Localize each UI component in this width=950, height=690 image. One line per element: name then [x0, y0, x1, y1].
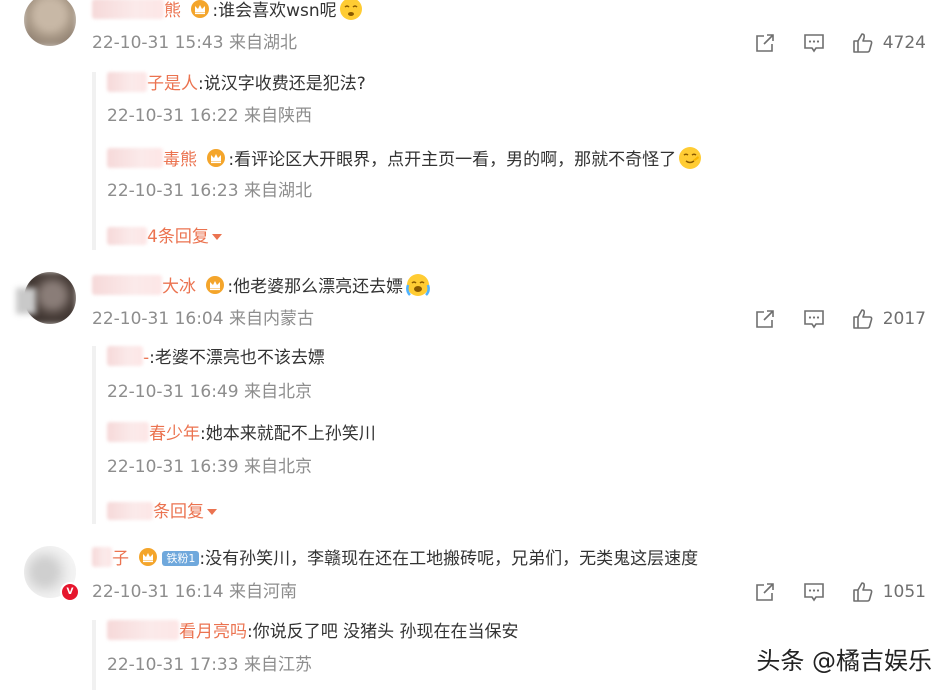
- emoji-icon: [339, 0, 362, 20]
- username-mask[interactable]: [92, 0, 164, 19]
- more-replies-link[interactable]: 4条回复: [107, 222, 222, 247]
- comment-meta: 22-10-31 16:14 来自河南: [92, 582, 297, 602]
- reply-username[interactable]: 看月亮吗: [179, 622, 247, 642]
- username-mask[interactable]: [107, 620, 179, 640]
- reply-thread-line: [92, 346, 96, 524]
- caret-down-icon: [207, 509, 217, 515]
- username-mask[interactable]: [107, 422, 149, 442]
- comment-meta: 22-10-31 16:04 来自内蒙古: [92, 309, 314, 329]
- like-button[interactable]: 1051: [851, 580, 926, 604]
- reply-username[interactable]: 春少年: [149, 424, 200, 444]
- reply: 看月亮吗:你说反了吧 没猪头 孙现在在当保安: [107, 620, 519, 644]
- comment-text: :他老婆那么漂亮还去嫖: [227, 277, 404, 297]
- comment-actions: 4724: [753, 31, 926, 55]
- comment-icon[interactable]: [802, 31, 826, 55]
- reply-username[interactable]: 毒熊: [163, 150, 197, 170]
- like-icon: [852, 33, 873, 53]
- reply: 子是人:说汉字收费还是犯法?: [107, 72, 366, 96]
- more-replies-link[interactable]: 条回复: [107, 497, 217, 522]
- comment-text: :没有孙笑川，李赣现在还在工地搬砖呢，兄弟们，无类鬼这层速度: [199, 549, 699, 569]
- comment-actions: 2017: [753, 307, 926, 331]
- comment-icon[interactable]: [802, 580, 826, 604]
- reply-meta: 22-10-31 16:22 来自陕西: [107, 106, 312, 126]
- username[interactable]: 大冰: [162, 277, 196, 297]
- like-icon: [852, 309, 873, 329]
- username-mask[interactable]: [92, 275, 162, 295]
- reply: -:老婆不漂亮也不该去嫖: [107, 346, 325, 370]
- share-icon[interactable]: [753, 580, 777, 604]
- crown-icon: [139, 548, 158, 566]
- username-mask[interactable]: [107, 346, 143, 366]
- like-icon: [852, 582, 873, 602]
- crown-icon: [206, 276, 225, 294]
- reply-text: :看评论区大开眼界，点开主页一看，男的啊，那就不奇怪了: [228, 150, 677, 170]
- reply-text: :说汉字收费还是犯法?: [198, 74, 366, 94]
- like-button[interactable]: 4724: [851, 31, 926, 55]
- more-replies-label: 条回复: [153, 502, 204, 522]
- comment-icon[interactable]: [802, 307, 826, 331]
- reply-meta: 22-10-31 16:39 来自北京: [107, 457, 312, 477]
- comment-meta: 22-10-31 15:43 来自湖北: [92, 33, 297, 53]
- comment-body: 熊 :谁会喜欢wsn呢: [92, 0, 363, 23]
- avatar[interactable]: [24, 0, 76, 46]
- blur-artifact: [16, 288, 36, 314]
- reply-text: :你说反了吧 没猪头 孙现在在当保安: [247, 622, 519, 642]
- reply-meta: 22-10-31 16:49 来自北京: [107, 382, 312, 402]
- reply-text: :她本来就配不上孙笑川: [200, 424, 376, 444]
- crown-icon: [191, 0, 210, 18]
- comment-body: 大冰 :他老婆那么漂亮还去嫖: [92, 273, 431, 299]
- username[interactable]: 熊: [164, 1, 181, 21]
- count-mask: [107, 502, 153, 520]
- username-mask[interactable]: [107, 148, 163, 168]
- reply: 毒熊 :看评论区大开眼界，点开主页一看，男的啊，那就不奇怪了: [107, 146, 702, 172]
- like-count: 4724: [882, 33, 926, 53]
- verified-icon: V: [60, 582, 80, 602]
- comment-body: 子 铁粉1:没有孙笑川，李赣现在还在工地搬砖呢，兄弟们，无类鬼这层速度: [92, 547, 698, 571]
- reply-thread-line: [92, 620, 96, 690]
- like-count: 2017: [882, 309, 926, 329]
- caret-down-icon: [211, 234, 222, 240]
- reply: 春少年:她本来就配不上孙笑川: [107, 422, 376, 446]
- username-mask[interactable]: [92, 547, 112, 567]
- watermark: 头条 @橘吉娱乐: [756, 647, 932, 675]
- like-button[interactable]: 2017: [851, 307, 926, 331]
- username[interactable]: 子: [112, 549, 129, 569]
- reply-thread-line: [92, 72, 96, 250]
- reply-text: :老婆不漂亮也不该去嫖: [149, 348, 325, 368]
- reply-username[interactable]: 子是人: [147, 74, 198, 94]
- username-mask[interactable]: [107, 72, 147, 92]
- share-icon[interactable]: [753, 307, 777, 331]
- crown-icon: [207, 149, 226, 167]
- emoji-icon: [679, 147, 702, 169]
- share-icon[interactable]: [753, 31, 777, 55]
- reply-meta: 22-10-31 17:33 来自江苏: [107, 655, 312, 675]
- comment-actions: 1051: [753, 580, 926, 604]
- comment-text: :谁会喜欢wsn呢: [212, 1, 337, 21]
- count-mask: [107, 227, 147, 245]
- emoji-icon: [406, 274, 431, 296]
- reply-meta: 22-10-31 16:23 来自湖北: [107, 181, 312, 201]
- more-replies-label: 4条回复: [147, 227, 209, 247]
- fan-badge: 铁粉1: [162, 551, 200, 566]
- like-count: 1051: [882, 582, 926, 602]
